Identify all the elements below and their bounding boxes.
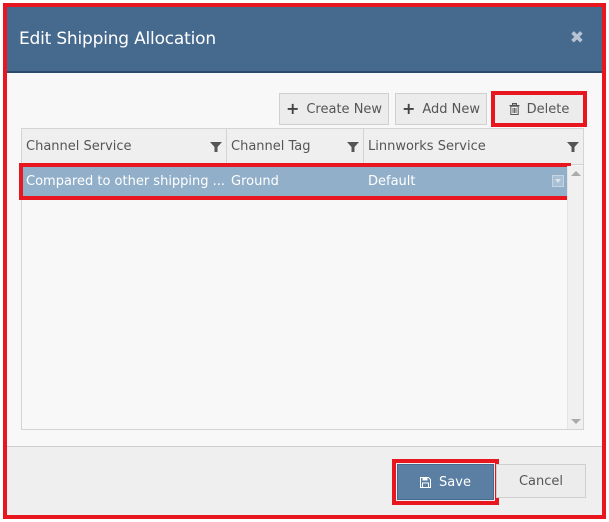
trash-icon: [509, 103, 520, 115]
dropdown-icon[interactable]: [552, 175, 564, 187]
add-new-label: Add New: [422, 101, 481, 117]
plus-icon: +: [285, 99, 300, 118]
column-header-linnworks-service[interactable]: Linnworks Service: [364, 129, 583, 165]
cancel-label: Cancel: [518, 473, 564, 489]
scroll-down-icon[interactable]: [571, 419, 581, 424]
column-header-channel-service[interactable]: Channel Service: [22, 129, 227, 165]
scroll-up-icon[interactable]: [571, 171, 581, 176]
dialog-title: Edit Shipping Allocation: [19, 29, 216, 49]
shipping-allocation-grid: Channel Service Channel Tag Linnworks Se…: [19, 128, 584, 430]
floppy-disk-icon: [420, 476, 432, 488]
cancel-button[interactable]: Cancel: [496, 464, 586, 498]
table-row[interactable]: Compared to other shipping ... Ground De…: [19, 163, 571, 200]
filter-icon[interactable]: [210, 141, 222, 153]
vertical-scrollbar[interactable]: [567, 166, 583, 429]
cell-channel-tag: Ground: [231, 174, 279, 189]
toolbar: + Create New + Add New Delete: [7, 91, 602, 127]
dialog-footer: Save Cancel: [7, 446, 602, 515]
grid-header: Channel Service Channel Tag Linnworks Se…: [22, 129, 583, 165]
save-label: Save: [439, 474, 471, 490]
delete-label: Delete: [526, 101, 570, 117]
edit-shipping-allocation-dialog: Edit Shipping Allocation ✖ + Create New …: [3, 3, 606, 519]
create-new-label: Create New: [306, 101, 383, 117]
column-header-label: Linnworks Service: [368, 139, 486, 154]
delete-button[interactable]: Delete: [491, 91, 587, 127]
save-button[interactable]: Save: [392, 459, 499, 505]
dialog-header: Edit Shipping Allocation ✖: [7, 7, 602, 73]
create-new-button[interactable]: + Create New: [279, 93, 389, 125]
add-new-button[interactable]: + Add New: [395, 93, 487, 125]
filter-icon[interactable]: [347, 141, 359, 153]
column-header-label: Channel Tag: [231, 139, 311, 154]
column-header-label: Channel Service: [26, 139, 132, 154]
filter-icon[interactable]: [567, 141, 579, 153]
plus-icon: +: [401, 99, 416, 118]
cell-linnworks-service[interactable]: Default: [364, 166, 554, 197]
column-header-channel-tag[interactable]: Channel Tag: [227, 129, 364, 165]
cell-channel-service: Compared to other shipping ...: [26, 174, 226, 189]
close-icon[interactable]: ✖: [568, 29, 586, 47]
